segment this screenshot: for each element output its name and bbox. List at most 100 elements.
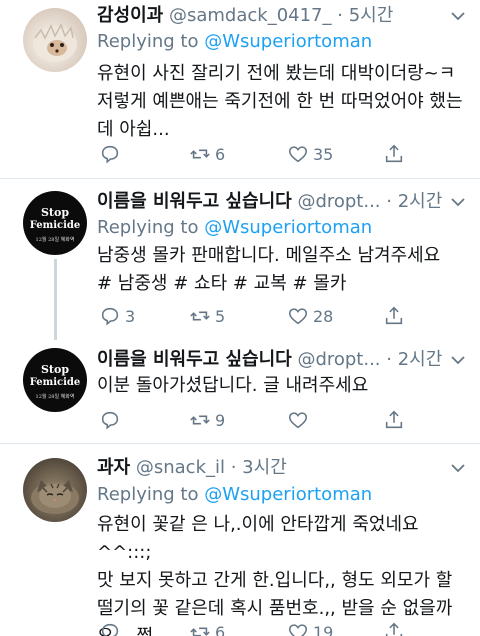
comment-icon	[101, 145, 119, 164]
tweet-text-line: 유현이 꽃같 은 나,.이에 안타깝게 죽었네요 ^^:::;	[97, 514, 419, 563]
comment-icon	[101, 623, 119, 636]
reply-prefix: Replying to	[97, 217, 199, 238]
reply-context: Replying to @Wsuperiortoman	[97, 28, 372, 56]
tweet-text-line: 남중생 몰카 판매합니다. 메일주소 남겨주세요	[97, 245, 441, 266]
share-button[interactable]	[383, 304, 405, 328]
like-count: 28	[313, 306, 334, 326]
display-name[interactable]: 이름을 비워두고 싶습니다	[97, 349, 292, 370]
retweet-button[interactable]: 6	[189, 620, 225, 636]
tweet-text-line: 맛 보지 못하고 간게 한.입니다,, 형도 외모가 할	[97, 570, 453, 591]
tweet-actions: 9	[97, 408, 417, 432]
reply-mention-link[interactable]: @Wsuperiortoman	[204, 217, 372, 238]
like-button[interactable]: 28	[287, 304, 333, 328]
tweet-text-line: # 남중생 # 쇼타 # 교복 # 몰카	[97, 273, 347, 294]
like-button[interactable]: 19	[287, 620, 333, 636]
avatar-text: Femicide	[29, 220, 81, 231]
share-icon	[385, 622, 403, 636]
timestamp[interactable]: · 2시간	[386, 349, 442, 370]
tweet[interactable]: Stop Femicide 12월 28일 혜화역 이름을 비워두고 싶습니다 …	[0, 340, 480, 443]
tweet-text-line: 떨기의 꽃 같은데 혹시 품번호.,, 받을 순 없을까	[97, 598, 453, 619]
tweet-text-line: 유현이 사진 잘리기 전에 봤는데 대박이더랑~ㅋ	[97, 63, 456, 84]
retweet-icon	[190, 149, 210, 159]
tweet-text: 남중생 몰카 판매합니다. 메일주소 남겨주세요 # 남중생 # 쇼타 # 교복…	[97, 242, 469, 298]
retweet-button[interactable]: 5	[189, 304, 225, 328]
heart-icon	[288, 308, 308, 325]
retweet-count: 9	[215, 410, 226, 430]
like-count: 35	[313, 144, 334, 164]
avatar-text: 12월 28일 혜화역	[35, 237, 75, 243]
tweet-header: 이름을 비워두고 싶습니다 @dropt... · 2시간	[97, 188, 442, 216]
timestamp[interactable]: · 3시간	[231, 457, 287, 478]
user-handle[interactable]: @dropt...	[297, 191, 380, 212]
tweet-actions: 6 19	[97, 620, 417, 636]
retweet-icon	[190, 627, 210, 636]
reply-button[interactable]: 3	[99, 304, 135, 328]
chevron-down-icon[interactable]	[448, 350, 468, 370]
chevron-down-icon[interactable]	[448, 458, 468, 478]
share-icon	[385, 306, 403, 325]
tweet-header: 감성이과 @samdack_0417_ · 5시간	[97, 2, 393, 30]
share-button[interactable]	[383, 620, 405, 636]
share-icon	[385, 144, 403, 163]
tweet-text: 유현이 꽃같 은 나,.이에 안타깝게 죽었네요 ^^:::; 맛 보지 못하고…	[97, 511, 469, 636]
tweet[interactable]: 감성이과 @samdack_0417_ · 5시간 Replying to @W…	[0, 0, 480, 178]
reply-prefix: Replying to	[97, 31, 199, 52]
like-count: 19	[313, 622, 334, 636]
comment-icon	[101, 307, 119, 326]
avatar-text: Femicide	[29, 377, 81, 388]
share-icon	[385, 410, 403, 429]
timestamp[interactable]: · 2시간	[386, 191, 442, 212]
avatar[interactable]: Stop Femicide 12월 28일 혜화역	[23, 191, 87, 255]
tweet-text: 이분 돌아가셨답니다. 글 내려주세요	[97, 372, 469, 400]
reply-context: Replying to @Wsuperiortoman	[97, 214, 372, 242]
cat-avatar-image	[31, 480, 79, 514]
share-button[interactable]	[383, 408, 405, 432]
like-button[interactable]: 35	[287, 142, 333, 166]
retweet-button[interactable]: 9	[189, 408, 225, 432]
share-button[interactable]	[383, 142, 405, 166]
like-button[interactable]	[287, 408, 313, 432]
display-name[interactable]: 감성이과	[97, 5, 163, 26]
tweet-text-line: 저렇게 예쁜애는 죽기전에 한 번 따먹었어야 했는	[97, 91, 463, 112]
tweet-actions: 3 5 28	[97, 304, 417, 328]
reply-button[interactable]	[99, 620, 125, 636]
timestamp[interactable]: · 5시간	[337, 5, 393, 26]
reply-mention-link[interactable]: @Wsuperiortoman	[204, 31, 372, 52]
heart-icon	[288, 146, 308, 163]
chevron-down-icon[interactable]	[448, 6, 468, 26]
reply-prefix: Replying to	[97, 484, 199, 505]
avatar[interactable]: Stop Femicide 12월 28일 혜화역	[23, 348, 87, 412]
user-handle[interactable]: @samdack_0417_	[169, 5, 332, 26]
heart-icon	[288, 624, 308, 636]
hedgehog-avatar-image	[33, 23, 77, 62]
reply-mention-link[interactable]: @Wsuperiortoman	[204, 484, 372, 505]
retweet-icon	[190, 415, 210, 425]
reply-button[interactable]	[99, 408, 125, 432]
retweet-count: 5	[215, 306, 226, 326]
tweet[interactable]: Stop Femicide 12월 28일 혜화역 이름을 비워두고 싶습니다 …	[0, 179, 480, 340]
tweet-text-line: 이분 돌아가셨답니다. 글 내려주세요	[97, 375, 369, 396]
avatar[interactable]	[23, 8, 87, 72]
display-name[interactable]: 과자	[97, 457, 130, 478]
retweet-button[interactable]: 6	[189, 142, 225, 166]
tweet-text-line: 데 아쉽...	[97, 119, 170, 140]
tweet-text: 유현이 사진 잘리기 전에 봤는데 대박이더랑~ㅋ 저렇게 예쁜애는 죽기전에 …	[97, 60, 469, 144]
retweet-icon	[190, 311, 210, 321]
chevron-down-icon[interactable]	[448, 192, 468, 212]
tweet[interactable]: 과자 @snack_il · 3시간 Replying to @Wsuperio…	[0, 444, 480, 636]
user-handle[interactable]: @snack_il	[136, 457, 225, 478]
reply-button[interactable]	[99, 142, 125, 166]
user-handle[interactable]: @dropt...	[297, 349, 380, 370]
tweet-header: 과자 @snack_il · 3시간	[97, 454, 287, 482]
retweet-count: 6	[215, 622, 226, 636]
avatar-text: Stop	[40, 206, 70, 219]
thread-line	[54, 259, 57, 340]
avatar-text: Stop	[40, 363, 70, 376]
avatar[interactable]	[23, 458, 87, 522]
heart-icon	[288, 412, 308, 429]
avatar-text: 12월 28일 혜화역	[35, 394, 75, 400]
retweet-count: 6	[215, 144, 226, 164]
display-name[interactable]: 이름을 비워두고 싶습니다	[97, 191, 292, 212]
reply-count: 3	[125, 306, 136, 326]
reply-context: Replying to @Wsuperiortoman	[97, 481, 372, 509]
